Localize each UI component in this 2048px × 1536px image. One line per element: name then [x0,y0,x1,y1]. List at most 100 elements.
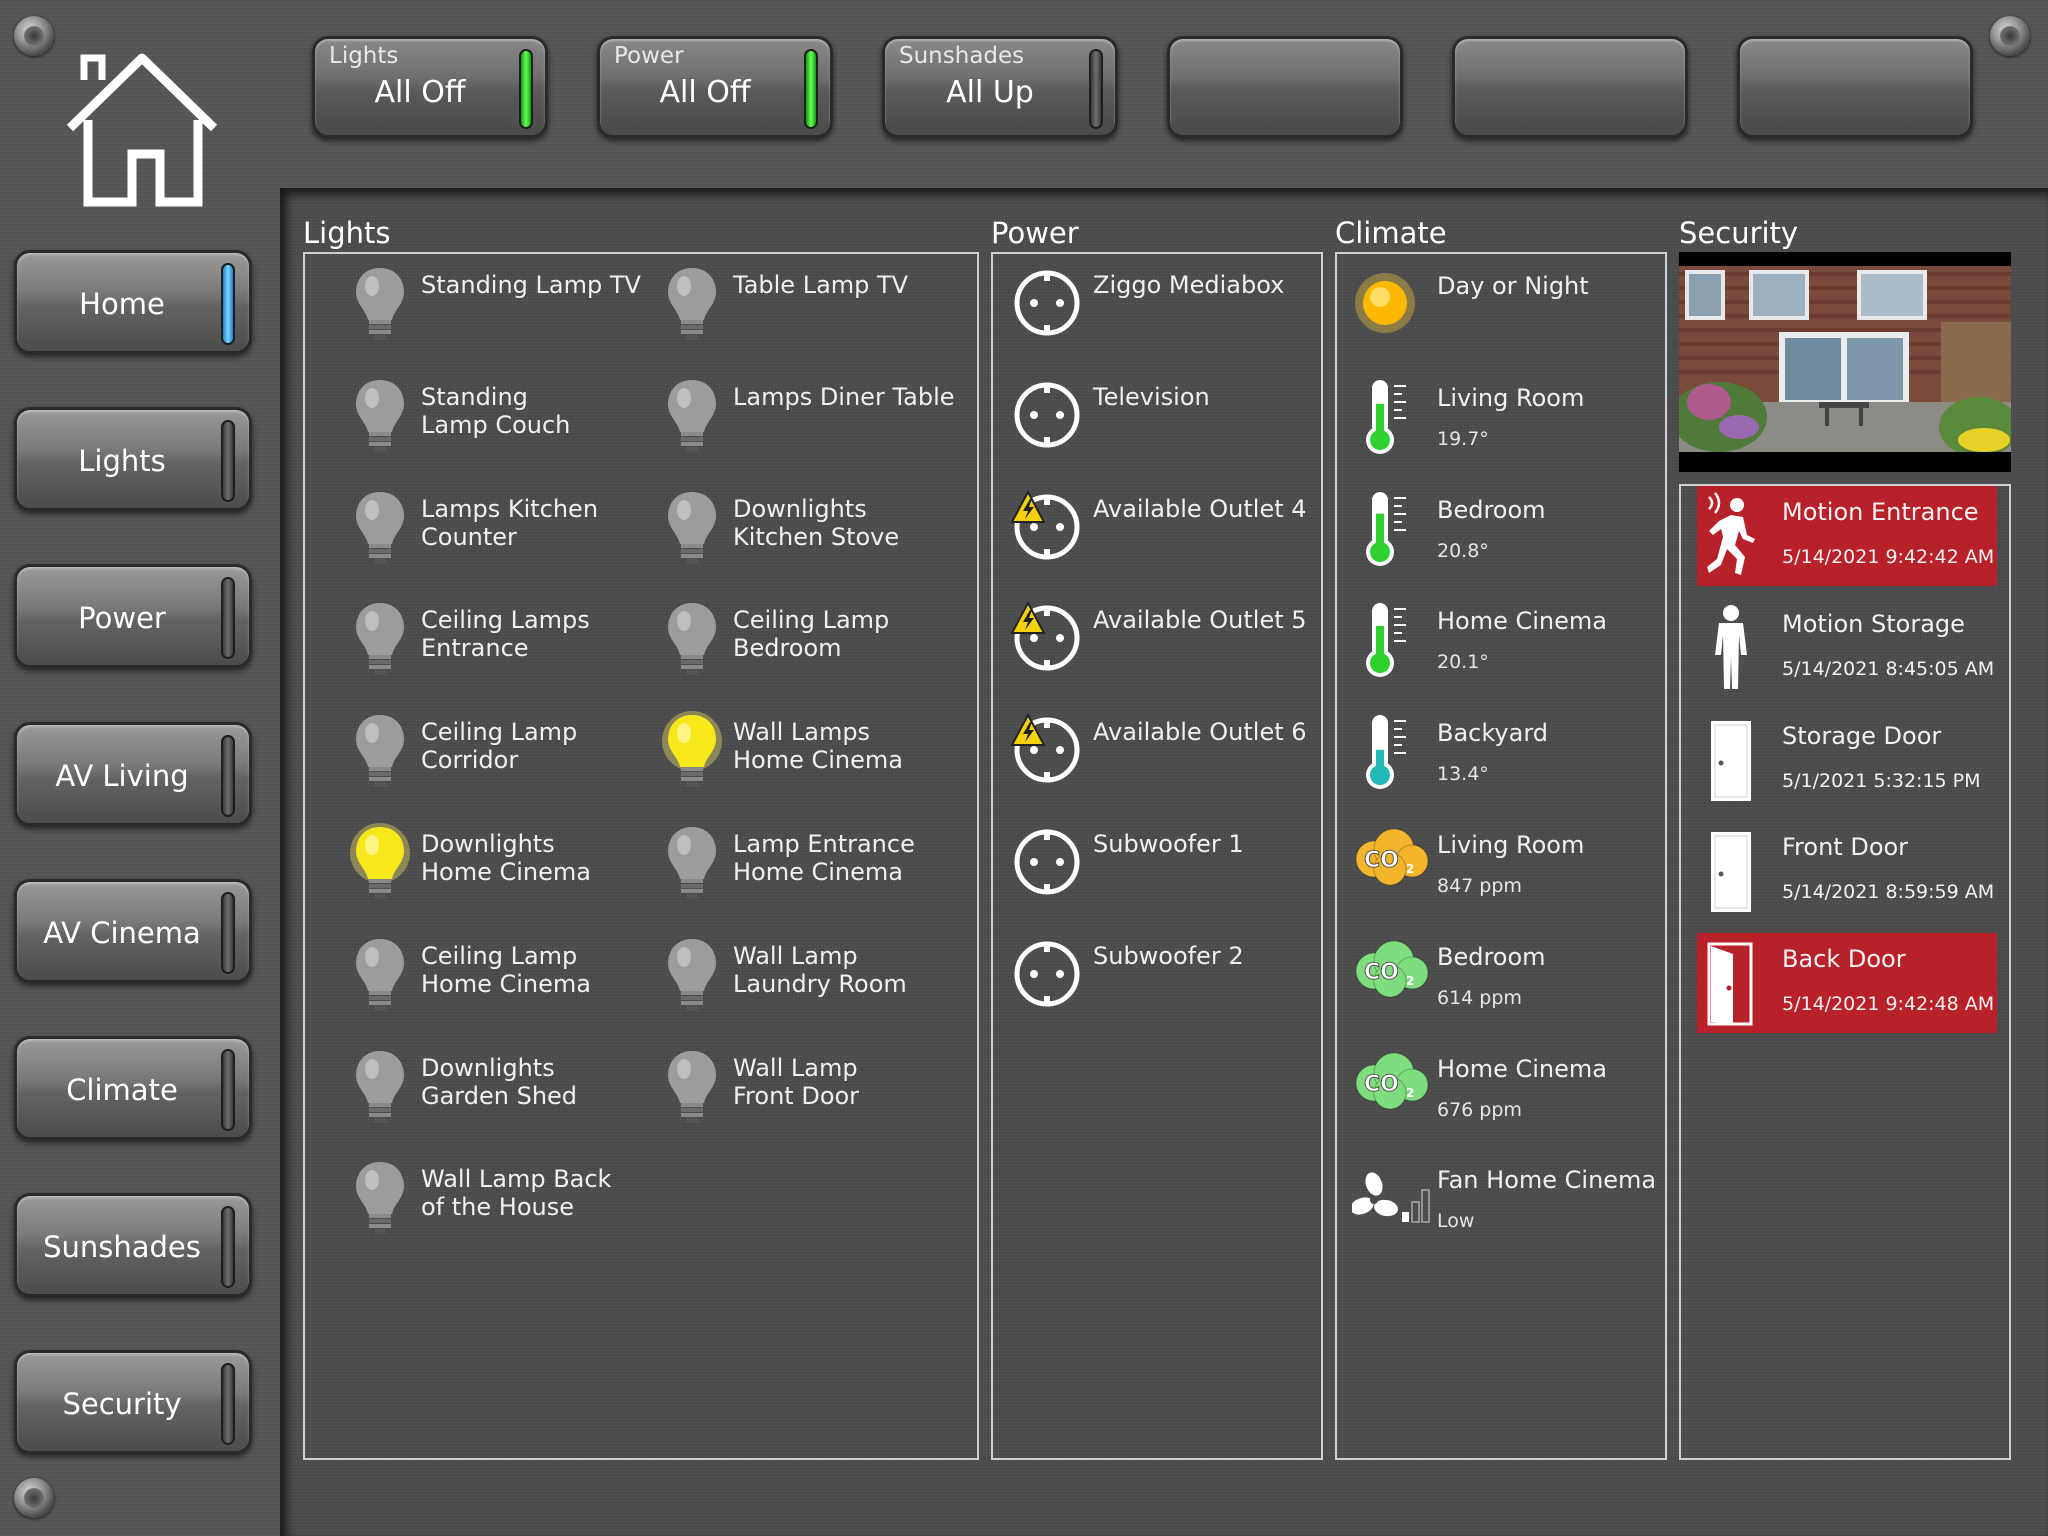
power-label: Available Outlet 5 [1093,606,1307,635]
top-button-empty-4[interactable] [1452,36,1688,138]
nav-button-home[interactable]: Home [14,250,252,354]
climate-item[interactable]: Bedroom 20.8° [1350,486,1660,586]
light-label-line2: of the House [421,1193,574,1222]
top-button-sunshades[interactable]: Sunshades All Up [882,36,1118,138]
co2-icon: CO 2 [1352,935,1432,1001]
home-icon[interactable] [62,50,222,210]
light-item[interactable]: Ceiling Lamp Home Cinema [350,933,640,1023]
light-item[interactable]: Ceiling Lamp Corridor [350,709,640,799]
lightbulb-icon [350,933,410,1013]
power-item[interactable]: Television [1010,378,1310,458]
power-item[interactable]: Ziggo Mediabox [1010,266,1310,346]
power-label: Subwoofer 2 [1093,941,1244,970]
power-outlet-icon [1010,937,1084,1011]
light-item[interactable]: Wall Lamps Home Cinema [662,709,952,799]
light-label-line2: Laundry Room [733,969,907,998]
top-button-caption: Lights [329,43,399,69]
top-button-empty-5[interactable] [1737,36,1973,138]
climate-item[interactable]: CO 2 Living Room 847 ppm [1350,821,1660,921]
lightbulb-icon [662,486,722,566]
nav-button-power[interactable]: Power [14,564,252,669]
climate-item[interactable]: Home Cinema 20.1° [1350,597,1660,697]
fan-icon [1352,1168,1436,1228]
light-item[interactable]: Wall Lamp Back of the House [350,1156,640,1246]
nav-status-indicator [221,420,235,503]
light-label-line2: Front Door [733,1081,860,1110]
light-label-line1: Table Lamp TV [733,271,909,299]
security-item[interactable]: Storage Door 5/1/2021 5:32:15 PM [1697,710,1997,810]
light-item[interactable]: Wall Lamp Front Door [662,1045,952,1135]
nav-button-av-living[interactable]: AV Living [14,721,252,826]
climate-label: Home Cinema [1437,1054,1607,1083]
light-item[interactable]: Downlights Home Cinema [350,821,640,911]
top-button-label: All Up [946,75,1034,110]
light-label-line1: Standing [421,382,528,411]
light-label-line1: Wall Lamp Back [421,1165,612,1194]
security-camera-image[interactable] [1679,252,2011,472]
climate-value: 20.1° [1437,651,1489,674]
climate-label: Living Room [1437,831,1585,859]
climate-label: Home Cinema [1437,607,1607,636]
light-item[interactable]: Standing Lamp TV [350,262,641,352]
security-timestamp: 5/14/2021 9:42:48 AM [1782,993,1995,1016]
light-item[interactable]: Ceiling Lamp Bedroom [662,597,952,687]
light-item[interactable]: Lamps Kitchen Counter [350,486,640,576]
light-label-line2: Corridor [421,746,519,775]
light-label-line1: Ceiling Lamps [421,606,590,635]
nav-button-label: Sunshades [43,1230,201,1265]
power-item[interactable]: Available Outlet 6 [1010,713,1310,793]
nav-button-av-cinema[interactable]: AV Cinema [14,878,252,983]
light-item[interactable]: Table Lamp TV [662,262,952,352]
security-item[interactable]: Motion Storage 5/14/2021 8:45:05 AM [1697,598,1997,698]
security-item[interactable]: Front Door 5/14/2021 8:59:59 AM [1697,821,1997,921]
light-item[interactable]: Lamps Diner Table [662,374,955,464]
nav-button-climate[interactable]: Climate [14,1036,252,1140]
lightbulb-icon [350,374,410,454]
light-item[interactable]: Standing Lamp Couch [350,374,640,464]
svg-text:2: 2 [1406,1086,1414,1100]
light-label-line1: Ceiling Lamp [421,941,578,970]
nav-button-security[interactable]: Security [14,1350,252,1455]
power-item[interactable]: Available Outlet 5 [1010,601,1310,681]
screw-top-right [1990,16,2030,56]
thermometer-icon [1352,599,1412,679]
lightbulb-icon [662,262,722,342]
climate-value: 13.4° [1437,763,1489,786]
light-item[interactable]: Downlights Kitchen Stove [662,486,952,576]
security-timestamp: 5/14/2021 8:59:59 AM [1782,881,1995,904]
climate-item[interactable]: Fan Home Cinema Low [1350,1156,1660,1256]
nav-button-label: Climate [66,1073,178,1107]
light-item[interactable]: Downlights Garden Shed [350,1045,640,1135]
lightbulb-icon [350,486,410,566]
status-indicator [1089,49,1103,129]
light-label-line2: Garden Shed [421,1081,578,1110]
climate-value: 847 ppm [1437,875,1522,897]
power-item[interactable]: Subwoofer 2 [1010,937,1310,1017]
climate-item[interactable]: Living Room 19.7° [1350,374,1660,474]
top-button-empty-3[interactable] [1167,36,1403,138]
climate-item[interactable]: Day or Night [1350,262,1660,362]
top-button-caption: Sunshades [899,43,1025,69]
climate-item[interactable]: CO 2 Bedroom 614 ppm [1350,933,1660,1033]
light-label-line2: Home Cinema [733,746,903,775]
climate-item[interactable]: CO 2 Home Cinema 676 ppm [1350,1045,1660,1145]
power-item[interactable]: Subwoofer 1 [1010,825,1310,905]
security-timestamp: 5/14/2021 9:42:42 AM [1782,546,1995,568]
top-button-lights[interactable]: Lights All Off [312,36,548,138]
security-item[interactable]: Back Door 5/14/2021 9:42:48 AM [1697,933,1997,1034]
climate-item[interactable]: Backyard 13.4° [1350,709,1660,809]
light-item[interactable]: Lamp Entrance Home Cinema [662,821,952,911]
top-button-power[interactable]: Power All Off [597,36,833,138]
light-item[interactable]: Wall Lamp Laundry Room [662,933,952,1023]
nav-button-lights[interactable]: Lights [14,407,252,512]
svg-text:2: 2 [1406,974,1414,988]
light-label-line1: Downlights [421,1053,555,1082]
section-title-power: Power [991,216,1079,250]
security-item[interactable]: Motion Entrance 5/14/2021 9:42:42 AM [1697,486,1997,586]
light-label-line2: Home Cinema [421,969,591,998]
top-button-caption: Power [614,43,684,69]
light-item[interactable]: Ceiling Lamps Entrance [350,597,640,687]
power-item[interactable]: Available Outlet 4 [1010,489,1310,570]
sun-icon [1352,270,1418,336]
nav-button-sunshades[interactable]: Sunshades [14,1193,252,1298]
